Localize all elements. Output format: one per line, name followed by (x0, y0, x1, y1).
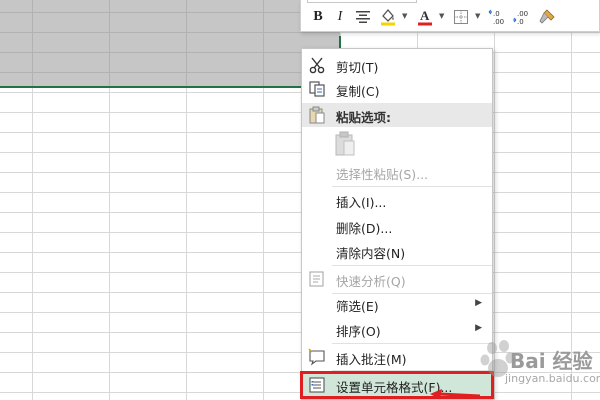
annotation-arrow-icon (430, 389, 480, 399)
paste-option-button[interactable] (334, 131, 358, 157)
menu-item-cut[interactable]: 剪切(T) (302, 53, 492, 77)
comment-icon (308, 348, 325, 366)
menu-item-label: 删除(D)... (336, 221, 393, 236)
menu-item-clear-contents[interactable]: 清除内容(N) (302, 239, 492, 263)
menu-item-label: 粘贴选项: (336, 110, 391, 125)
menu-item-label: 快速分析(Q) (336, 274, 406, 289)
format-cells-icon (309, 377, 325, 393)
mini-toolbar: B I ▼ A ▼ ▼ .0 .00 .00 .0 (300, 0, 600, 32)
font-size-box[interactable] (307, 0, 417, 3)
fill-color-icon (381, 8, 395, 26)
menu-separator (332, 186, 492, 187)
font-color-icon: A (418, 8, 432, 26)
menu-item-label: 选择性粘贴(S)... (336, 167, 429, 182)
menu-item-label: 插入(I)... (336, 195, 387, 210)
increase-decimal-icon: .0 .00 (488, 9, 504, 25)
menu-item-sort[interactable]: 排序(O) ▶ (302, 317, 492, 341)
format-painter-icon (539, 9, 555, 24)
menu-item-paste-special[interactable]: 选择性粘贴(S)... (302, 160, 492, 184)
selection-border (0, 86, 341, 88)
borders-dropdown[interactable]: ▼ (475, 12, 480, 20)
menu-item-label: 清除内容(N) (336, 246, 406, 261)
menu-item-label: 排序(O) (336, 324, 381, 339)
watermark-subtext: jingyan.baidu.com (505, 372, 600, 385)
paste-options-header: 粘贴选项: (302, 103, 492, 127)
svg-text:.0: .0 (493, 10, 500, 18)
menu-item-filter[interactable]: 筛选(E) ▶ (302, 292, 492, 316)
clipboard-icon (335, 131, 355, 156)
paste-icon (309, 106, 325, 124)
svg-text:.0: .0 (517, 18, 524, 25)
quick-analysis-icon (309, 271, 324, 287)
borders-icon (454, 10, 468, 24)
svg-text:A: A (420, 8, 430, 23)
menu-item-delete[interactable]: 删除(D)... (302, 214, 492, 238)
align-center-button[interactable] (353, 7, 373, 27)
decrease-decimal-button[interactable]: .00 .0 (511, 7, 533, 27)
menu-item-label: 剪切(T) (336, 60, 379, 75)
submenu-arrow-icon: ▶ (475, 323, 482, 333)
menu-separator (332, 265, 492, 266)
menu-item-label: 筛选(E) (336, 299, 379, 314)
italic-button[interactable]: I (331, 7, 349, 27)
svg-text:.00: .00 (493, 18, 504, 25)
bold-button[interactable]: B (309, 7, 327, 27)
context-menu: 剪切(T) 复制(C) 粘贴选项: 选择性粘贴(S)... 插入(I)... 删… (300, 48, 494, 400)
menu-item-label: 插入批注(M) (336, 352, 407, 367)
menu-item-insert[interactable]: 插入(I)... (302, 188, 492, 212)
menu-separator (332, 343, 492, 344)
align-center-icon (356, 11, 370, 23)
menu-separator (332, 370, 492, 371)
watermark-text: Bai 经验 (510, 349, 593, 373)
menu-item-label: 复制(C) (336, 84, 380, 99)
selected-cell-range[interactable] (0, 0, 340, 87)
fill-color-button[interactable] (377, 7, 399, 27)
decrease-decimal-icon: .00 .0 (513, 10, 528, 25)
scissors-icon (309, 57, 325, 74)
menu-item-quick-analysis[interactable]: 快速分析(Q) (302, 267, 492, 291)
menu-item-copy[interactable]: 复制(C) (302, 77, 492, 101)
copy-icon (309, 81, 325, 97)
borders-button[interactable] (451, 7, 471, 27)
fill-color-dropdown[interactable]: ▼ (402, 12, 407, 20)
menu-item-insert-comment[interactable]: 插入批注(M) (302, 345, 492, 369)
submenu-arrow-icon: ▶ (475, 298, 482, 308)
svg-text:.00: .00 (517, 10, 528, 18)
increase-decimal-button[interactable]: .0 .00 (487, 7, 509, 27)
font-color-button[interactable]: A (415, 7, 435, 27)
font-color-dropdown[interactable]: ▼ (439, 12, 444, 20)
format-painter-button[interactable] (537, 7, 557, 27)
